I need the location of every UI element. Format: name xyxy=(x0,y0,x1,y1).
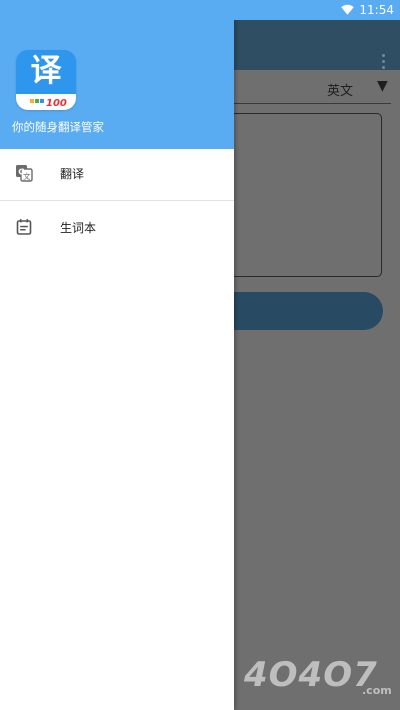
menu-label-translate: 翻译 xyxy=(60,167,85,181)
watermark-domain: .com xyxy=(362,684,392,697)
notebook-icon xyxy=(16,219,32,235)
menu-item-vocabulary[interactable]: 生词本 xyxy=(0,203,234,253)
logo-strip: 100 xyxy=(16,94,76,110)
logo-number: 100 xyxy=(46,98,67,109)
more-options-icon[interactable] xyxy=(380,54,386,76)
menu-divider xyxy=(0,200,234,201)
drawer-header: 译 100 你的随身翻译管家 xyxy=(0,0,234,149)
watermark-logo: 4O4O7 .com xyxy=(244,651,396,703)
logo-glyph: 译 xyxy=(30,53,62,89)
wifi-icon xyxy=(341,4,354,15)
menu-item-translate[interactable]: G 文 翻译 xyxy=(0,149,234,199)
dropdown-arrow-icon: ▼ xyxy=(377,78,388,94)
target-language-label: 英文 xyxy=(327,84,354,99)
svg-text:文: 文 xyxy=(23,171,31,181)
menu-label-vocabulary: 生词本 xyxy=(60,221,97,235)
target-language-select[interactable]: 英文 ▼ xyxy=(234,78,400,104)
logo-blocks-icon xyxy=(30,88,45,107)
source-text-input[interactable] xyxy=(210,113,382,277)
translate-icon: G 文 xyxy=(16,165,33,182)
clock: 11:54 xyxy=(359,3,394,17)
status-bar: 11:54 xyxy=(0,0,400,20)
navigation-drawer: 译 100 你的随身翻译管家 G 文 翻译 生词本 xyxy=(0,0,234,710)
app-tagline: 你的随身翻译管家 xyxy=(12,120,104,134)
select-underline xyxy=(234,103,391,104)
app-logo: 译 100 xyxy=(16,50,76,110)
watermark-text: 4O4O7 xyxy=(244,655,378,695)
